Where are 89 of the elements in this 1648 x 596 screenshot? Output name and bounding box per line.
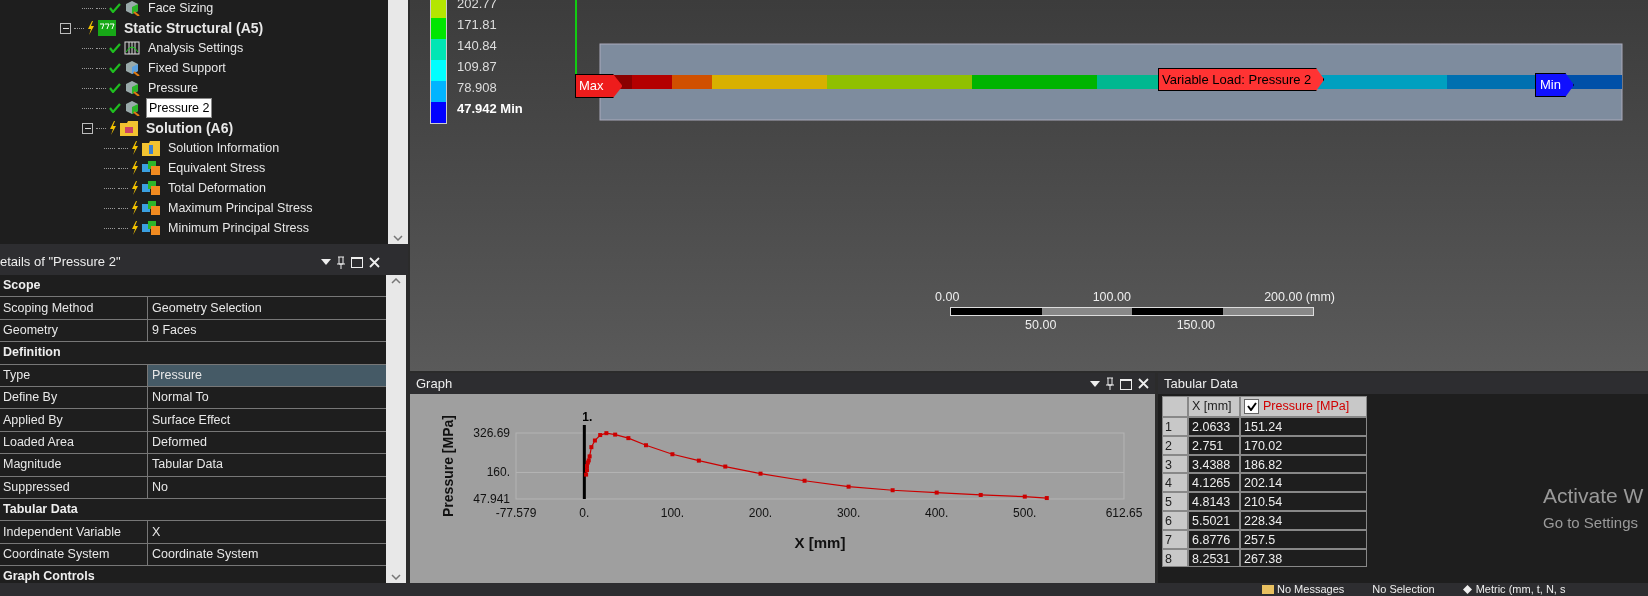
x-tick-label: -77.579 — [495, 506, 537, 520]
table-cell: 228.34 — [1240, 511, 1367, 530]
tree-item[interactable]: Maximum Principal Stress — [166, 198, 315, 218]
section-header[interactable]: Definition — [0, 342, 386, 365]
panel-title: etails of "Pressure 2" — [0, 253, 121, 272]
status-selection: No Selection — [1372, 583, 1435, 596]
row-number[interactable]: 5 — [1162, 492, 1188, 511]
table-cell: 4.1265 — [1188, 473, 1240, 493]
property-value[interactable]: Coordinate System — [148, 543, 386, 566]
x-tick-label: 100. — [660, 506, 685, 520]
property-name: Coordinate System — [0, 543, 148, 566]
table-cell: 3.4388 — [1188, 454, 1240, 474]
row-number[interactable]: 4 — [1162, 473, 1188, 493]
tree-item[interactable]: Equivalent Stress — [166, 158, 268, 178]
activation-hint: Go to Settings — [1543, 512, 1640, 533]
property-name: Scoping Method — [0, 297, 148, 319]
table-cell: 4.8143 — [1188, 492, 1240, 511]
x-tick-label: 0. — [579, 506, 590, 520]
tree-item[interactable]: Solution Information — [166, 138, 282, 158]
activation-title: Activate W — [1543, 483, 1644, 509]
panel-title: Tabular Data — [1164, 374, 1238, 393]
status-units[interactable]: Metric (mm, t, N, s — [1475, 583, 1566, 596]
property-name: Define By — [0, 386, 148, 409]
row-number[interactable]: 1 — [1162, 417, 1188, 436]
legend-label: 47.942 Min — [457, 100, 523, 118]
status-messages[interactable]: No Messages — [1277, 583, 1345, 596]
table-cell: 2.751 — [1188, 435, 1240, 455]
scale-label: 100.00 — [1092, 289, 1131, 306]
x-tick-label: 500. — [1013, 506, 1037, 520]
y-tick-label: 160. — [486, 465, 510, 480]
scale-label: 200.00 (mm) — [1264, 289, 1335, 306]
table-cell: 2.0633 — [1188, 417, 1240, 436]
legend-label: 140.84 — [457, 37, 498, 55]
property-value[interactable]: 9 Faces — [148, 319, 386, 342]
x-tick-label: 300. — [836, 506, 861, 520]
y-axis-title: Pressure [MPa] — [440, 415, 456, 517]
x-axis-title: X [mm] — [794, 534, 846, 551]
tree-item[interactable]: Pressure 2 — [146, 97, 213, 119]
property-name: Independent Variable — [0, 521, 148, 543]
min-tag: Min — [1535, 73, 1574, 97]
property-value[interactable]: Geometry Selection — [148, 297, 386, 319]
table-cell: 257.5 — [1240, 529, 1367, 549]
property-value[interactable]: Normal To — [148, 386, 386, 409]
property-name: Suppressed — [0, 476, 148, 498]
tree-item[interactable]: Solution (A6) — [144, 117, 236, 139]
column-header[interactable]: X [mm] — [1188, 396, 1240, 417]
property-value[interactable]: No — [148, 476, 386, 498]
table-cell: 202.14 — [1240, 473, 1367, 493]
property-value[interactable]: X — [148, 521, 386, 543]
property-name: Geometry — [0, 319, 148, 342]
scale-label: 50.00 — [1025, 316, 1057, 334]
x-tick-label: 400. — [925, 506, 949, 520]
legend-label: 171.81 — [457, 16, 498, 34]
property-name: Applied By — [0, 409, 148, 431]
table-cell: 8.2531 — [1188, 548, 1240, 568]
section-header[interactable]: Scope — [0, 275, 386, 298]
property-value[interactable]: Tabular Data — [148, 454, 386, 476]
scale-label: 0.00 — [935, 289, 960, 306]
x-tick-label: 200. — [748, 506, 773, 520]
scale-label: 150.00 — [1176, 316, 1215, 334]
tree-item[interactable]: Static Structural (A5) — [122, 17, 266, 39]
property-value[interactable]: Pressure — [148, 364, 386, 386]
panel-title: Graph — [416, 374, 453, 393]
table-cell: 210.54 — [1240, 492, 1367, 511]
table-cell: 170.02 — [1240, 435, 1367, 455]
x-tick-label: 612.65 — [1105, 506, 1143, 520]
property-name: Magnitude — [0, 454, 148, 476]
table-cell: 186.82 — [1240, 454, 1367, 474]
table-cell: 6.8776 — [1188, 529, 1240, 549]
tree-item[interactable]: Total Deformation — [166, 178, 268, 198]
table-cell: 5.5021 — [1188, 511, 1240, 530]
tree-item[interactable]: Minimum Principal Stress — [166, 218, 311, 238]
legend-label: 109.87 — [457, 58, 498, 76]
y-tick-label: 326.69 — [473, 426, 510, 440]
tree-item[interactable]: Face Sizing — [146, 0, 216, 18]
tree-item[interactable]: Pressure — [146, 78, 201, 98]
load-tag: Variable Load: Pressure 2 — [1158, 68, 1325, 91]
tree-item[interactable]: Fixed Support — [146, 58, 228, 78]
section-header[interactable]: Tabular Data — [0, 498, 386, 522]
property-value[interactable]: Surface Effect — [148, 409, 386, 431]
property-name: Loaded Area — [0, 431, 148, 454]
tree-item[interactable]: Analysis Settings — [146, 38, 246, 58]
property-value[interactable]: Deformed — [148, 431, 386, 454]
marker-label: 1. — [582, 410, 593, 424]
table-cell: 267.38 — [1240, 548, 1367, 568]
y-tick-label: 47.941 — [473, 492, 510, 506]
table-cell: 151.24 — [1240, 417, 1367, 436]
max-tag: Max — [575, 74, 623, 98]
legend-label: 78.908 — [457, 79, 498, 97]
